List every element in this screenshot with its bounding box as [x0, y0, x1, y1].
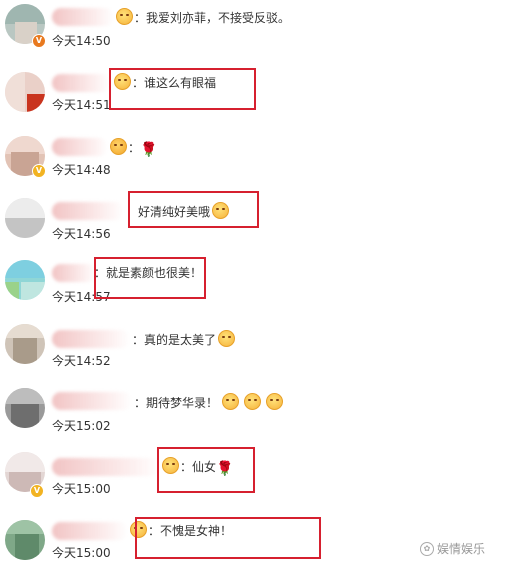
username-blurred[interactable] [52, 392, 132, 410]
avatar[interactable] [5, 260, 45, 300]
timestamp: 今天14:50 [52, 34, 111, 48]
timestamp: 今天15:02 [52, 419, 111, 433]
comment-text: ：期待梦华录！ [134, 393, 284, 412]
avatar[interactable] [5, 520, 45, 560]
username-blurred[interactable] [52, 458, 160, 476]
emoji-icon [265, 393, 283, 410]
username-blurred[interactable] [52, 74, 110, 92]
comment-row: V ：我爱刘亦菲，不接受反驳。 今天14:50 [0, 0, 515, 62]
avatar[interactable] [5, 388, 45, 428]
timestamp: 今天14:56 [52, 227, 111, 241]
avatar[interactable] [5, 324, 45, 364]
timestamp: 今天15:00 [52, 546, 111, 560]
comment-row: ：真的是太美了 今天14:52 [0, 310, 515, 372]
comment-row: V ：🌹 今天14:48 [0, 124, 515, 186]
avatar[interactable] [5, 198, 45, 238]
timestamp: 今天15:00 [52, 482, 111, 496]
comment-row: ：就是素颜也很美！ 今天14:57 [0, 248, 515, 310]
emoji-icon [243, 393, 261, 410]
highlight-box [135, 517, 321, 559]
emoji-icon [116, 8, 133, 25]
verified-badge-icon: V [32, 34, 46, 48]
username-blurred[interactable] [52, 8, 114, 26]
timestamp: 今天14:52 [52, 354, 111, 368]
watermark-logo-icon: ✿ [420, 541, 434, 556]
highlight-box [109, 68, 256, 110]
timestamp: 今天14:51 [52, 98, 111, 112]
comment-text: ：我爱刘亦菲，不接受反驳。 [116, 8, 290, 27]
emoji-icon [110, 138, 127, 155]
watermark-text: 娱情娱乐 [437, 542, 486, 556]
comment-row: ：好清纯好美哦 今天14:56 [0, 186, 515, 248]
highlight-box [94, 257, 206, 299]
emoji-icon [221, 393, 239, 410]
username-blurred[interactable] [52, 264, 96, 282]
rose-icon: 🌹 [140, 142, 158, 158]
highlight-box [157, 447, 255, 493]
username-blurred[interactable] [52, 522, 128, 540]
comment-row: ：谁这么有眼福 今天14:51 [0, 62, 515, 124]
comment-row: V ：仙女🌹 今天15:00 [0, 434, 515, 498]
watermark: ✿ 娱情娱乐 [420, 540, 485, 557]
username-blurred[interactable] [52, 330, 130, 348]
highlight-box [128, 191, 259, 228]
username-blurred[interactable] [52, 202, 124, 220]
comment-row: ：期待梦华录！ 今天15:02 [0, 372, 515, 434]
username-blurred[interactable] [52, 138, 108, 156]
verified-badge-icon: V [32, 164, 46, 178]
timestamp: 今天14:48 [52, 163, 111, 177]
comment-text: ：🌹 [110, 138, 157, 159]
avatar[interactable] [5, 72, 45, 112]
crying-emoji-icon [218, 330, 236, 347]
comment-text: ：真的是太美了 [132, 330, 236, 349]
